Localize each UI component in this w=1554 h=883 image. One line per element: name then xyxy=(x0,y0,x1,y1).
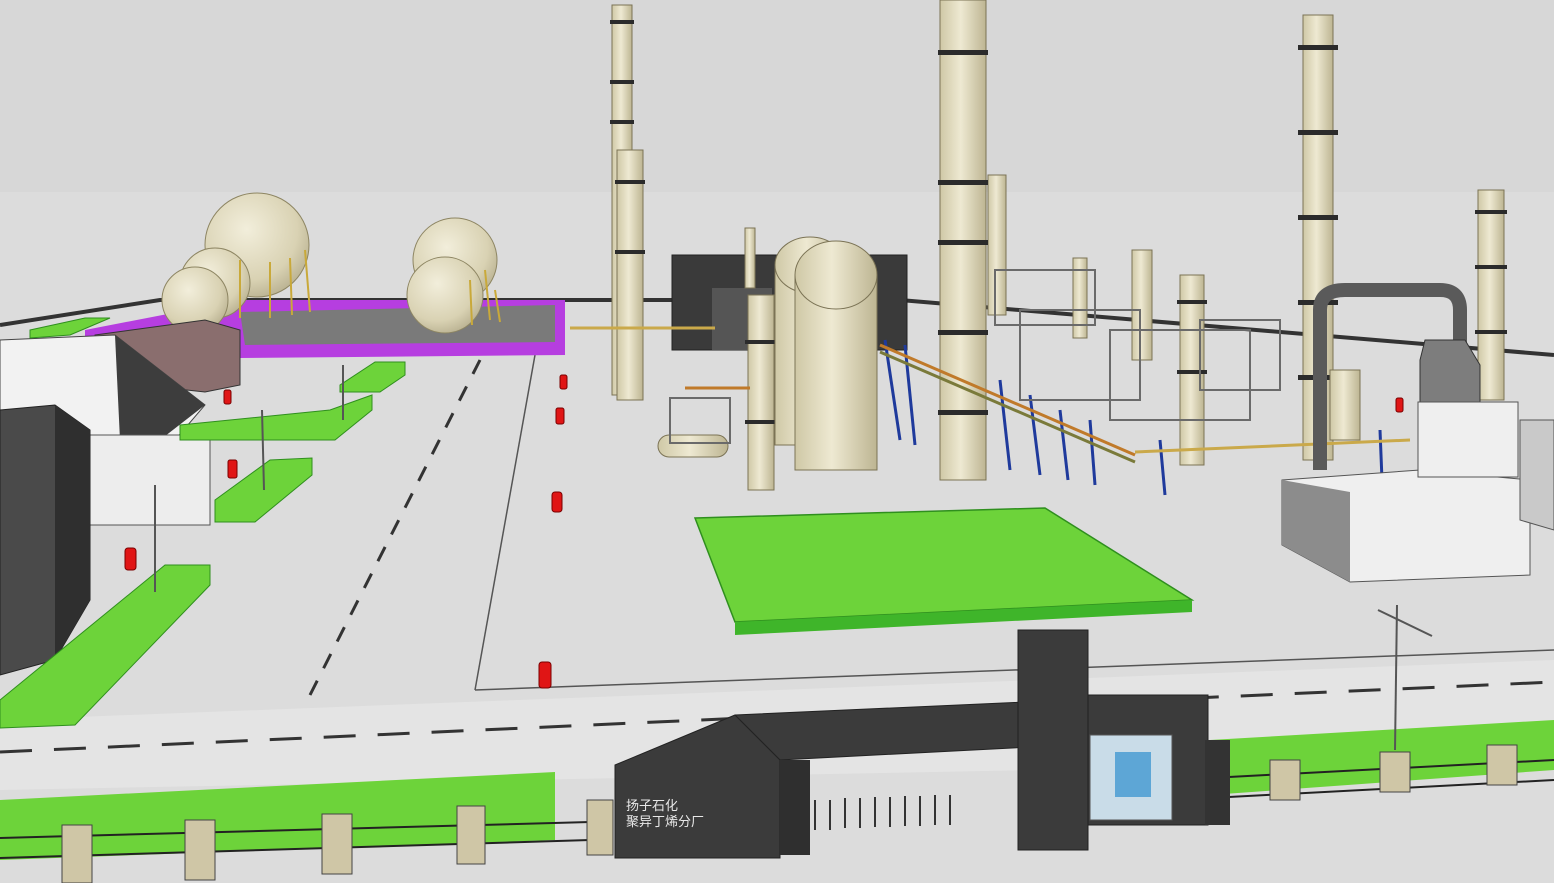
tank-farm-floor xyxy=(240,305,555,345)
gate-sign-line2: 聚异丁烯分厂 xyxy=(626,815,704,830)
gate-sign-line1: 扬子石化 xyxy=(626,799,678,814)
horizontal-drum xyxy=(657,434,729,458)
plant-scene: 扬子石化 聚异丁烯分厂 xyxy=(0,0,1554,883)
utility-tower xyxy=(1417,401,1519,478)
flue-hood xyxy=(1419,339,1481,406)
right-pad xyxy=(1519,419,1554,531)
